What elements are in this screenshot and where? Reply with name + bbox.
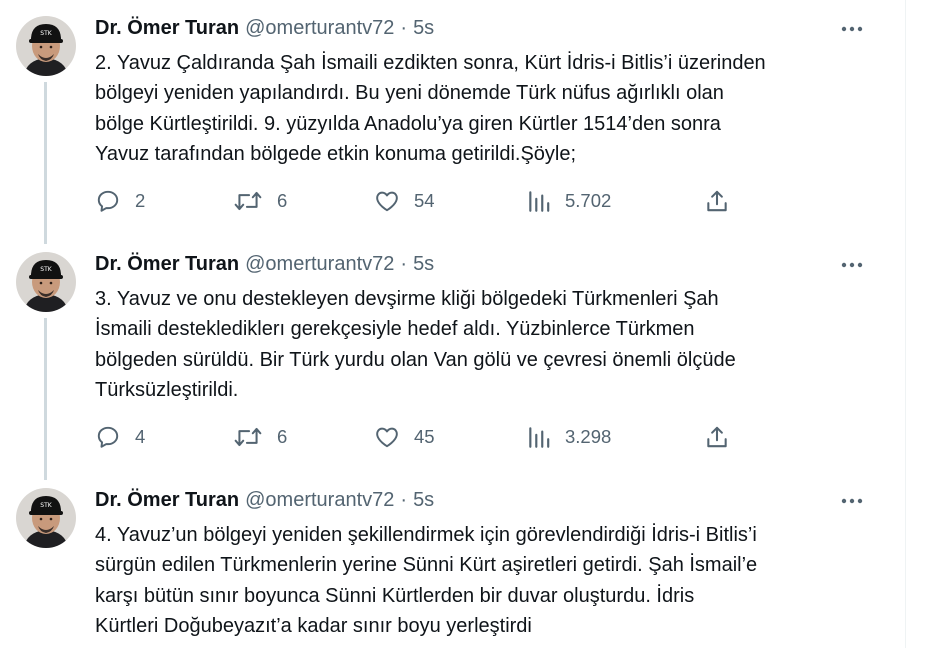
svg-text:STK: STK <box>40 30 52 37</box>
reply-count: 2 <box>135 190 146 211</box>
share-button[interactable] <box>704 422 730 452</box>
tweet-text-line: bölgeden sürüldü. Bir Türk yurdu olan Va… <box>95 348 736 371</box>
reply-count: 4 <box>135 426 146 447</box>
thread-line <box>44 318 47 480</box>
analytics-bars-icon <box>529 191 550 212</box>
reply-bubble-icon <box>97 190 119 212</box>
author-handle[interactable]: @omerturantv72 <box>245 253 394 276</box>
tweet-text-line: sürgün edilen Türkmenlerin yerine Sünni … <box>95 554 758 577</box>
views-count: 5.702 <box>565 190 612 211</box>
heart-outline-icon <box>376 191 398 212</box>
tweet-header: Dr. Ömer Turan @omerturantv72 · 5s <box>95 14 434 42</box>
like-count: 45 <box>414 426 435 447</box>
author-name[interactable]: Dr. Ömer Turan <box>95 253 239 276</box>
heart-outline-icon <box>376 427 398 448</box>
tweet-text-line: Kürtleri Doğubeyazıt’a kadar sınır boyu … <box>95 615 532 638</box>
avatar[interactable]: STK <box>16 16 76 76</box>
like-button[interactable]: 54 <box>374 186 435 216</box>
separator-dot: · <box>400 16 408 39</box>
share-button[interactable] <box>704 186 730 216</box>
retweet-arrows-icon <box>234 191 262 211</box>
tweet-text-line: İsmaili desteklediklerı gerekçesiyle hed… <box>95 318 695 341</box>
retweet-button[interactable]: 6 <box>233 422 287 452</box>
author-handle[interactable]: @omerturantv72 <box>245 17 394 40</box>
tweet-text-line: Türksüzleştirildi. <box>95 379 239 402</box>
tweet-header: Dr. Ömer Turan @omerturantv72 · 5s <box>95 250 434 278</box>
right-gutter <box>906 0 946 648</box>
share-upload-icon <box>707 190 727 212</box>
tweet[interactable]: STK Dr. Ömer Turan @omerturantv72 · 5s 2… <box>0 0 890 244</box>
author-handle[interactable]: @omerturantv72 <box>245 489 394 512</box>
retweet-count: 6 <box>277 426 288 447</box>
svg-text:STK: STK <box>40 502 52 509</box>
tweet-text-line: 2. Yavuz Çaldıranda Şah İsmaili ezdikten… <box>95 52 766 74</box>
like-count: 54 <box>414 190 435 211</box>
action-bar: 2 6 54 5.702 <box>95 186 745 216</box>
tweet-header: Dr. Ömer Turan @omerturantv72 · 5s <box>95 486 434 514</box>
reply-button[interactable]: 2 <box>95 186 145 216</box>
tweet-text-line: Yavuz tarafından bölgede etkin konuma ge… <box>95 143 577 166</box>
tweet-text-line: 4. Yavuz’un bölgeyi yeniden şekillendirm… <box>95 524 757 546</box>
views-button[interactable]: 3.298 <box>527 422 611 452</box>
separator-dot: · <box>400 252 408 275</box>
analytics-bars-icon <box>529 427 550 448</box>
timestamp[interactable]: 5s <box>413 489 434 512</box>
tweet-text-line: bölgeyi yeniden yapılandırdı. Bu yeni dö… <box>95 82 724 105</box>
avatar[interactable]: STK <box>16 488 76 548</box>
tweet-text: 2. Yavuz Çaldıranda Şah İsmaili ezdikten… <box>95 48 885 170</box>
separator-dot: · <box>400 488 408 511</box>
timeline: STK Dr. Ömer Turan @omerturantv72 · 5s 2… <box>0 0 905 648</box>
views-button[interactable]: 5.702 <box>527 186 611 216</box>
retweet-button[interactable]: 6 <box>233 186 287 216</box>
tweet[interactable]: STK Dr. Ömer Turan @omerturantv72 · 5s 3… <box>0 236 890 480</box>
thread-line <box>44 82 47 244</box>
tweet-text: 3. Yavuz ve onu destekleyen devşirme kli… <box>95 284 885 406</box>
more-horizontal-icon[interactable] <box>838 254 866 276</box>
retweet-arrows-icon <box>234 427 262 447</box>
timestamp[interactable]: 5s <box>413 17 434 40</box>
share-upload-icon <box>707 426 727 448</box>
reply-bubble-icon <box>97 426 119 448</box>
action-bar: 4 6 45 3.298 <box>95 422 745 452</box>
tweet-text-line: 3. Yavuz ve onu destekleyen devşirme kli… <box>95 288 719 310</box>
tweet-text-line: bölge Kürtleştirildi. 9. yüzyılda Anadol… <box>95 112 721 135</box>
more-horizontal-icon[interactable] <box>838 18 866 40</box>
views-count: 3.298 <box>565 426 612 447</box>
tweet-text: 4. Yavuz’un bölgeyi yeniden şekillendirm… <box>95 520 885 642</box>
timestamp[interactable]: 5s <box>413 253 434 276</box>
tweet-text-line: karşı bütün sınır boyunca Sünni Kürtlerd… <box>95 584 695 607</box>
svg-text:STK: STK <box>40 266 52 273</box>
like-button[interactable]: 45 <box>374 422 435 452</box>
avatar[interactable]: STK <box>16 252 76 312</box>
tweet[interactable]: STK Dr. Ömer Turan @omerturantv72 · 5s 4… <box>0 472 890 648</box>
retweet-count: 6 <box>277 190 288 211</box>
author-name[interactable]: Dr. Ömer Turan <box>95 489 239 512</box>
author-name[interactable]: Dr. Ömer Turan <box>95 17 239 40</box>
more-horizontal-icon[interactable] <box>838 490 866 512</box>
reply-button[interactable]: 4 <box>95 422 145 452</box>
